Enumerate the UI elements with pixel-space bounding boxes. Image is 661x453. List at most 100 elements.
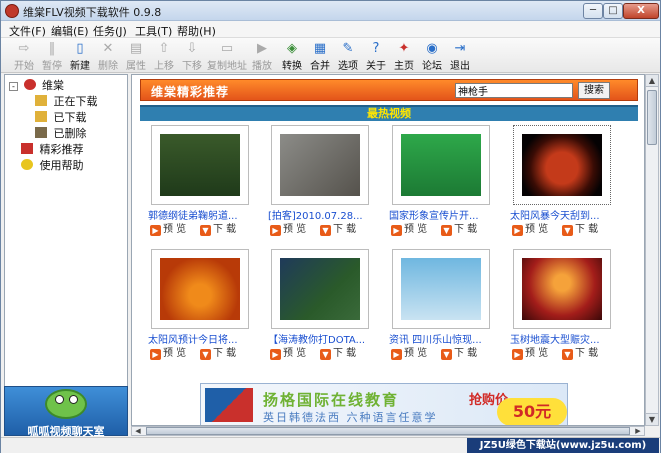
- merge-icon: ▦: [313, 41, 327, 56]
- menu-bar: 文件(F) 编辑(E) 任务(J) 工具(T) 帮助(H): [1, 21, 660, 38]
- toolbar-button-0[interactable]: ⇨ 开始: [9, 40, 39, 72]
- toolbar-button-2[interactable]: ▯ 新建: [65, 40, 95, 72]
- horizontal-scrollbar[interactable]: ◀ ▶: [131, 426, 645, 436]
- download-label: 下 载: [454, 224, 478, 235]
- video-thumbnail[interactable]: [271, 125, 369, 205]
- video-thumbnail[interactable]: [392, 249, 490, 329]
- minimize-button[interactable]: ─: [583, 3, 603, 19]
- toolbar-button-1[interactable]: ‖ 暂停: [37, 40, 67, 72]
- preview-button[interactable]: ▶ 预 览: [512, 347, 548, 360]
- video-title-link[interactable]: 太阳风预计今日将...: [148, 331, 268, 346]
- download-button[interactable]: ▼ 下 载: [200, 223, 236, 236]
- preview-icon: ▶: [270, 225, 281, 236]
- toolbar-label: 属性: [126, 61, 146, 72]
- video-thumbnail[interactable]: [151, 249, 249, 329]
- left-ad-banner[interactable]: 呱呱视频聊天室: [4, 386, 128, 438]
- copy-address-icon: ▭: [220, 41, 234, 56]
- video-card: 资讯 四川乐山惊现... ▶ 预 览 ▼ 下 载: [389, 249, 509, 373]
- toolbar-button-4[interactable]: ▤ 属性: [121, 40, 151, 72]
- video-title-link[interactable]: 玉树地震大型赈灾...: [510, 331, 630, 346]
- search-button[interactable]: 搜索: [578, 82, 610, 99]
- toolbar-button-15[interactable]: ⇥ 退出: [445, 40, 475, 72]
- video-thumbnail[interactable]: [392, 125, 490, 205]
- download-button[interactable]: ▼ 下 载: [441, 347, 477, 360]
- toolbar-button-10[interactable]: ▦ 合并: [305, 40, 335, 72]
- preview-button[interactable]: ▶ 预 览: [391, 223, 427, 236]
- toolbar-button-12[interactable]: ? 关于: [361, 40, 391, 72]
- video-thumbnail-image: [280, 258, 360, 320]
- sidebar-item-deleted[interactable]: 已删除: [35, 125, 87, 141]
- preview-icon: ▶: [391, 225, 402, 236]
- toolbar-label: 主页: [394, 61, 414, 72]
- video-card: 太阳风预计今日将... ▶ 预 览 ▼ 下 载: [148, 249, 268, 373]
- video-title-link[interactable]: 【海涛教你打DOTA...: [268, 331, 388, 346]
- video-thumbnail[interactable]: [271, 249, 369, 329]
- properties-icon: ▤: [129, 41, 143, 56]
- toolbar-button-5[interactable]: ⇧ 上移: [149, 40, 179, 72]
- app-icon: [5, 4, 19, 18]
- video-title-link[interactable]: [拍客]2010.07.28...: [268, 207, 388, 222]
- toolbar-label: 播放: [252, 61, 272, 72]
- download-button[interactable]: ▼ 下 载: [320, 347, 356, 360]
- toolbar-button-9[interactable]: ◈ 转换: [277, 40, 307, 72]
- vertical-scroll-thumb[interactable]: [647, 90, 657, 145]
- menu-tools[interactable]: 工具(T): [135, 23, 172, 39]
- pause-icon: ‖: [48, 41, 56, 56]
- scroll-up-icon[interactable]: ▲: [646, 75, 658, 87]
- download-button[interactable]: ▼ 下 载: [562, 347, 598, 360]
- video-title-link[interactable]: 太阳风暴今天刮到...: [510, 207, 630, 222]
- toolbar-button-7[interactable]: ▭ 复制地址: [207, 40, 247, 72]
- sidebar-item-downloading[interactable]: 正在下载: [35, 93, 98, 109]
- video-title-link[interactable]: 郭德纲徒弟鞠躬道...: [148, 207, 268, 222]
- video-thumbnail[interactable]: [513, 249, 611, 329]
- horizontal-scroll-thumb[interactable]: [146, 427, 630, 435]
- menu-edit[interactable]: 编辑(E): [51, 23, 89, 39]
- sidebar-item-downloaded[interactable]: 已下载: [35, 109, 87, 125]
- toolbar-button-3[interactable]: ✕ 删除: [93, 40, 123, 72]
- play-icon: ▶: [257, 41, 267, 56]
- download-button[interactable]: ▼ 下 载: [441, 223, 477, 236]
- scroll-right-icon[interactable]: ▶: [632, 427, 644, 435]
- download-button[interactable]: ▼ 下 载: [200, 347, 236, 360]
- menu-task[interactable]: 任务(J): [93, 23, 127, 39]
- toolbar-button-6[interactable]: ⇩ 下移: [177, 40, 207, 72]
- preview-button[interactable]: ▶ 预 览: [270, 223, 306, 236]
- scroll-left-icon[interactable]: ◀: [132, 427, 144, 435]
- status-bar: JZ5U绿色下载站(www.jz5u.com): [1, 437, 660, 453]
- preview-button[interactable]: ▶ 预 览: [391, 347, 427, 360]
- preview-button[interactable]: ▶ 预 览: [512, 223, 548, 236]
- download-button[interactable]: ▼ 下 载: [320, 223, 356, 236]
- preview-button[interactable]: ▶ 预 览: [270, 347, 306, 360]
- bottom-ad-banner[interactable]: 扬格国际在线教育 英日韩德法西 六种语言任意学 抢购价 50元: [200, 383, 568, 425]
- preview-button[interactable]: ▶ 预 览: [150, 347, 186, 360]
- tree-root[interactable]: - 维棠: [9, 77, 64, 93]
- preview-button[interactable]: ▶ 预 览: [150, 223, 186, 236]
- toolbar-button-8[interactable]: ▶ 播放: [247, 40, 277, 72]
- trash-icon: [35, 127, 47, 138]
- video-title-link[interactable]: 资讯 四川乐山惊现...: [389, 331, 509, 346]
- vertical-scrollbar[interactable]: ▲ ▼: [645, 74, 659, 426]
- menu-file[interactable]: 文件(F): [9, 23, 46, 39]
- toolbar-button-14[interactable]: ◉ 论坛: [417, 40, 447, 72]
- search-input[interactable]: [455, 83, 573, 98]
- toolbar-label: 合并: [310, 61, 330, 72]
- maximize-button[interactable]: □: [603, 3, 623, 19]
- app-window: 维棠FLV视频下载软件 0.9.8 ─ □ X 文件(F) 编辑(E) 任务(J…: [0, 0, 661, 453]
- collapse-icon[interactable]: -: [9, 82, 18, 91]
- new-file-icon: ▯: [76, 41, 84, 56]
- scroll-down-icon[interactable]: ▼: [646, 413, 658, 425]
- sidebar-item-help[interactable]: 使用帮助: [21, 157, 84, 173]
- video-thumbnail[interactable]: [151, 125, 249, 205]
- toolbar-button-11[interactable]: ✎ 选项: [333, 40, 363, 72]
- preview-icon: ▶: [270, 349, 281, 360]
- menu-help[interactable]: 帮助(H): [177, 23, 216, 39]
- video-thumbnail[interactable]: [513, 125, 611, 205]
- toolbar-button-13[interactable]: ✦ 主页: [389, 40, 419, 72]
- download-button[interactable]: ▼ 下 载: [562, 223, 598, 236]
- video-title-link[interactable]: 国家形象宣传片开...: [389, 207, 509, 222]
- move-up-icon: ⇧: [158, 41, 170, 56]
- close-button[interactable]: X: [623, 3, 659, 19]
- download-label: 下 载: [333, 348, 357, 359]
- ad-price: 50元: [497, 398, 567, 425]
- sidebar-item-recommend[interactable]: 精彩推荐: [21, 141, 84, 157]
